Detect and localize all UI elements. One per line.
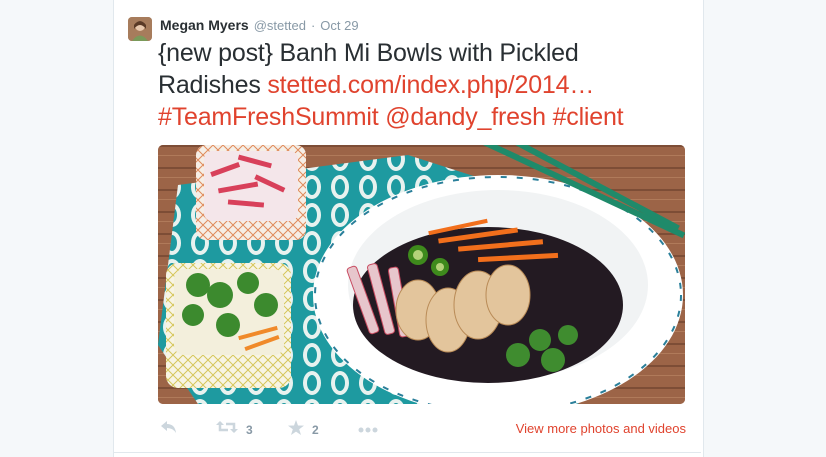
star-icon — [288, 420, 304, 440]
tweet-date[interactable]: Oct 29 — [320, 18, 358, 33]
reply-icon — [160, 420, 178, 439]
tweet-photo[interactable] — [158, 145, 685, 404]
reply-button[interactable] — [160, 420, 178, 439]
retweet-icon — [216, 420, 238, 439]
view-more-link[interactable]: View more photos and videos — [516, 421, 686, 436]
hashtag-teamfreshsummit[interactable]: #TeamFreshSummit — [158, 103, 379, 131]
retweet-count: 3 — [246, 422, 253, 437]
tweet-header: Megan Myers @stetted · Oct 29 — [160, 17, 359, 37]
hashtag-client[interactable]: #client — [553, 103, 624, 131]
author-handle[interactable]: @stetted — [254, 18, 306, 33]
divider — [114, 452, 701, 453]
tweet-link[interactable]: stetted.com/index.php/2014… — [267, 71, 594, 99]
separator-dot: · — [310, 18, 316, 33]
mention-dandy-fresh[interactable]: @dandy_fresh — [385, 103, 546, 131]
author-name[interactable]: Megan Myers — [160, 17, 249, 33]
avatar[interactable] — [128, 17, 152, 41]
tweet-text: {new post} Banh Mi Bowls with Pickled Ra… — [158, 37, 688, 133]
favorite-count: 2 — [312, 423, 319, 437]
more-icon — [358, 420, 378, 438]
favorite-button[interactable]: 2 — [288, 420, 319, 440]
retweet-button[interactable]: 3 — [216, 420, 253, 439]
more-button[interactable] — [358, 420, 378, 438]
tweet-actions: 3 2 View more photos and videos — [158, 416, 688, 442]
tweet-text-plain: Radishes — [158, 71, 268, 99]
tweet-text-line1: {new post} Banh Mi Bowls with Pickled — [158, 39, 579, 67]
